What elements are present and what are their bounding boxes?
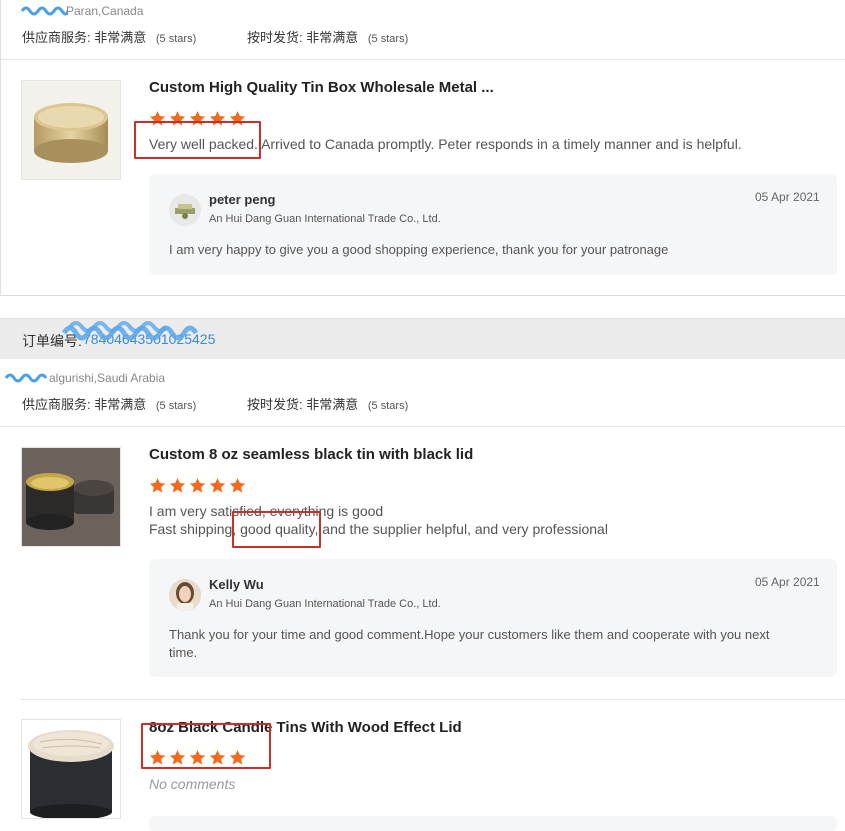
star-icon — [189, 478, 206, 493]
supplier-service-stars: (5 stars) — [155, 33, 197, 45]
buyer-location: algurishi,Saudi Arabia — [49, 371, 166, 385]
ontime-stars: (5 stars) — [367, 33, 409, 45]
review-line-2: Fast shipping, good quality, and the sup… — [149, 521, 608, 537]
supplier-service-stars: (5 stars) — [155, 400, 197, 412]
divider — [21, 699, 845, 700]
avatar — [169, 194, 201, 226]
supplier-reply-3 — [149, 816, 837, 831]
supplier-reply-2: Kelly Wu An Hui Dang Guan International … — [149, 559, 837, 677]
ontime-value: 非常满意 — [306, 397, 359, 412]
highlight-box-2 — [232, 511, 321, 548]
ontime-value: 非常满意 — [306, 30, 359, 45]
reply-text: I am very happy to give you a good shopp… — [169, 242, 669, 257]
ontime-summary-2: 按时发货: 非常满意 (5 stars) — [247, 394, 408, 413]
divider — [0, 426, 845, 427]
reply-company: An Hui Dang Guan International Trade Co.… — [209, 213, 441, 225]
rating-summary-2: 供应商服务: 非常满意 (5 stars) — [22, 394, 196, 413]
product-title-2[interactable]: Custom 8 oz seamless black tin with blac… — [149, 446, 473, 463]
reply-company: An Hui Dang Guan International Trade Co.… — [209, 598, 441, 610]
card-border-left — [0, 0, 1, 296]
review-rest-1: Arrived to Canada promptly. Peter respon… — [257, 136, 742, 152]
ontime-label: 按时发货: — [247, 30, 303, 45]
supplier-service-value: 非常满意 — [94, 397, 147, 412]
divider — [0, 59, 845, 60]
reply-text-line-1: Thank you for your time and good comment… — [169, 627, 770, 642]
black-tin-image — [22, 448, 120, 546]
wood-lid-tin-image — [28, 730, 114, 818]
ontime-stars: (5 stars) — [367, 400, 409, 412]
reply-author: Kelly Wu — [209, 577, 264, 592]
avatar — [169, 579, 201, 611]
review-line-1: I am very satisfied, everything is good — [149, 503, 384, 519]
name-redaction-scribble — [20, 6, 68, 16]
rating-stars-2 — [149, 477, 246, 494]
no-comments-text: No comments — [149, 776, 236, 792]
ontime-label: 按时发货: — [247, 397, 303, 412]
buyer-location: Paran,Canada — [66, 4, 144, 18]
product-title-1[interactable]: Custom High Quality Tin Box Wholesale Me… — [149, 79, 494, 96]
supplier-reply-1: peter peng An Hui Dang Guan Internationa… — [149, 174, 837, 275]
highlight-box-1 — [134, 121, 261, 159]
supplier-avatar-image — [175, 204, 195, 219]
star-icon — [229, 478, 246, 493]
rating-summary-1: 供应商服务: 非常满意 (5 stars) — [22, 27, 196, 46]
product-thumbnail-3[interactable] — [21, 719, 121, 819]
highlight-box-3 — [141, 723, 271, 769]
card-border-bottom — [0, 295, 845, 296]
reply-date: 05 Apr 2021 — [755, 190, 820, 204]
product-thumbnail-1[interactable] — [21, 80, 121, 180]
supplier-avatar-image — [169, 579, 201, 611]
name-redaction-scribble — [4, 373, 48, 383]
reply-text: Thank you for your time and good comment… — [169, 626, 819, 662]
gold-tin-image — [34, 103, 108, 163]
star-icon — [149, 478, 166, 493]
order-redaction-scribble — [61, 321, 199, 341]
star-icon — [169, 478, 186, 493]
supplier-service-label: 供应商服务: — [22, 397, 91, 412]
ontime-summary-1: 按时发货: 非常满意 (5 stars) — [247, 27, 408, 46]
order-header: 订单编号: 78404643501025425 — [0, 318, 845, 359]
reply-date: 05 Apr 2021 — [755, 575, 820, 589]
product-thumbnail-2[interactable] — [21, 447, 121, 547]
supplier-service-label: 供应商服务: — [22, 30, 91, 45]
reply-author: peter peng — [209, 192, 276, 207]
supplier-service-value: 非常满意 — [94, 30, 147, 45]
review-text-2: I am very satisfied, everything is good … — [149, 502, 608, 538]
reply-text-line-2: time. — [169, 645, 198, 660]
star-icon — [209, 478, 226, 493]
